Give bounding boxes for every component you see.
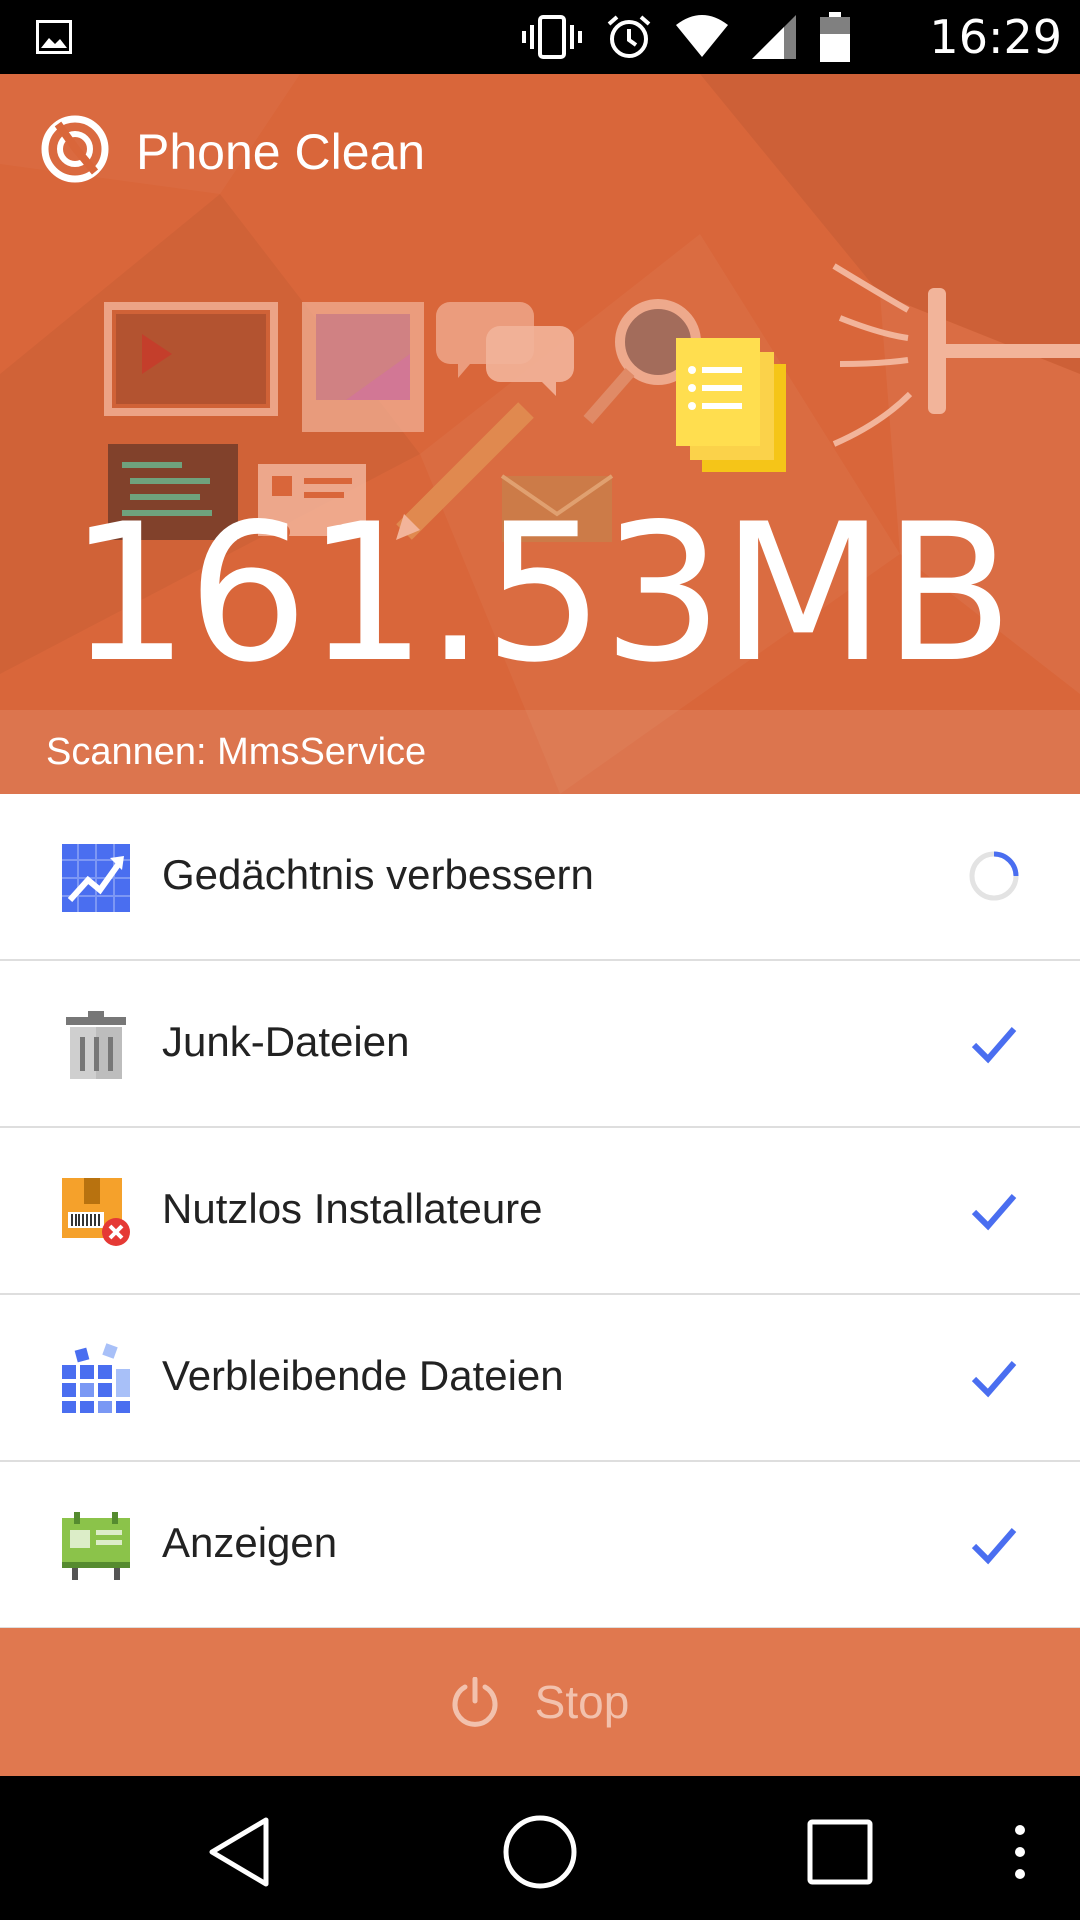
system-nav-bar [0,1776,1080,1920]
scan-status-bar: Scannen: MmsService [0,710,1080,794]
billboard-icon [62,1512,130,1580]
scan-header: Phone Clean 161.53MB Scannen: MmsService [0,74,1080,794]
check-icon [971,1027,1017,1064]
list-item-junk-files[interactable]: Junk-Dateien [0,961,1080,1128]
list-item-label: Anzeigen [162,1519,338,1566]
wifi-icon [676,15,728,57]
list-item-label: Nutzlos Installateure [162,1185,543,1232]
image-icon [36,20,72,54]
back-icon[interactable] [200,1812,280,1892]
list-item-label: Junk-Dateien [162,1018,410,1065]
check-icon [971,1361,1017,1398]
menu-icon[interactable] [1000,1812,1040,1892]
status-bar: 16:29 [0,0,1080,74]
list-item-ads[interactable]: Anzeigen [0,1462,1080,1629]
list-item-useless-installers[interactable]: Nutzlos Installateure [0,1128,1080,1295]
stop-bar: Stop [0,1628,1080,1776]
vibrate-icon [522,15,582,59]
recents-icon[interactable] [800,1812,880,1892]
signal-icon [752,15,796,59]
list-item-memory[interactable]: Gedächtnis verbessern [0,794,1080,961]
power-icon [452,1677,498,1727]
scan-status-text: Scannen: MmsService [46,731,427,773]
package-remove-icon [62,1178,130,1246]
blocks-icon [62,1343,130,1413]
loading-spinner-icon [969,851,1019,901]
home-icon[interactable] [500,1812,580,1892]
cleanable-size: 161.53MB [68,483,1013,704]
battery-icon [820,12,850,62]
trash-icon [66,1011,126,1079]
list-item-label: Gedächtnis verbessern [162,851,594,898]
clock: 16:29 [929,10,1062,64]
check-icon [971,1194,1017,1231]
scan-category-list: Gedächtnis verbessern Junk-Dateien Nutzl… [0,794,1080,1629]
alarm-icon [607,15,651,58]
check-icon [971,1528,1017,1565]
list-item-remaining-files[interactable]: Verbleibende Dateien [0,1295,1080,1462]
chart-icon [62,844,130,912]
phone-clean-logo-icon [41,115,109,183]
app-title: Phone Clean [136,124,426,180]
stop-button[interactable]: Stop [0,1628,1080,1776]
list-item-label: Verbleibende Dateien [162,1352,564,1399]
stop-label: Stop [534,1676,630,1728]
